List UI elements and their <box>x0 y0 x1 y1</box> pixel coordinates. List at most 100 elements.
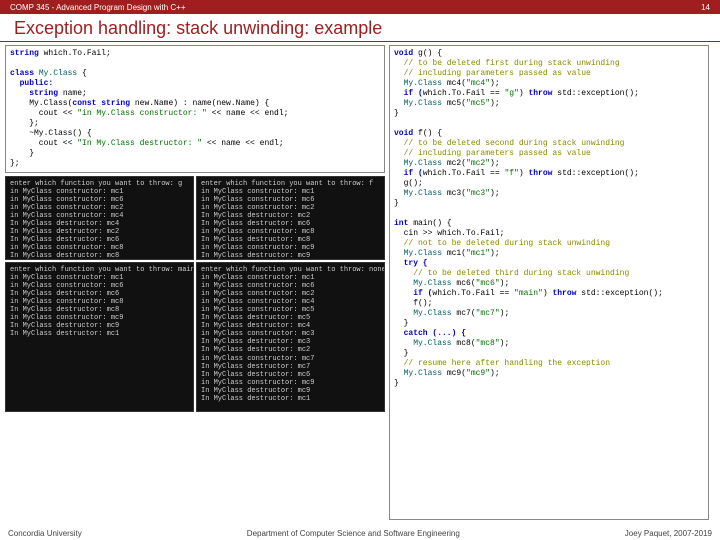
code-token: mc8( <box>456 339 475 348</box>
code-token: f() { <box>418 129 442 138</box>
code-token: ); <box>490 189 500 198</box>
code-token: ) <box>519 89 529 98</box>
code-token: "mc9" <box>466 369 490 378</box>
code-token: class <box>10 69 39 78</box>
code-token: "mc1" <box>466 249 490 258</box>
code-token: int <box>394 219 413 228</box>
code-token: which.To.Fail; <box>39 49 111 58</box>
code-token: "f" <box>504 169 518 178</box>
code-token: ); <box>490 99 500 108</box>
code-token: which.To.Fail == <box>432 289 514 298</box>
code-token: std::exception(); <box>557 169 639 178</box>
code-token: ); <box>500 279 510 288</box>
code-token: std::exception(); <box>557 89 639 98</box>
code-token: My.Class( <box>10 99 72 108</box>
terminal-output-main: enter which function you want to throw: … <box>5 262 194 412</box>
code-token: mc3( <box>447 189 466 198</box>
code-token: ); <box>500 309 510 318</box>
code-token: ) <box>519 169 529 178</box>
code-token: "g" <box>504 89 518 98</box>
code-token: // including parameters passed as value <box>394 149 591 158</box>
left-column: string which.To.Fail; class My.Class { p… <box>5 45 385 522</box>
code-token: My.Class <box>394 159 447 168</box>
code-token: string <box>10 89 63 98</box>
code-token: // including parameters passed as value <box>394 69 591 78</box>
code-token: } <box>394 349 408 358</box>
code-token: std::exception(); <box>581 289 663 298</box>
code-token: "mc8" <box>476 339 500 348</box>
page-number: 14 <box>701 3 710 12</box>
code-token: name; <box>63 89 87 98</box>
code-token: } <box>394 319 408 328</box>
code-token: which.To.Fail == <box>423 89 505 98</box>
terminal-output-none: enter which function you want to throw: … <box>196 262 385 412</box>
code-box-class-def: string which.To.Fail; class My.Class { p… <box>5 45 385 173</box>
terminal-outputs: enter which function you want to throw: … <box>5 176 385 522</box>
header-bar: COMP 345 - Advanced Program Design with … <box>0 0 720 14</box>
code-token: My.Class <box>394 309 456 318</box>
terminal-row: enter which function you want to throw: … <box>5 262 385 412</box>
code-token: main() { <box>413 219 451 228</box>
code-token: "mc2" <box>466 159 490 168</box>
code-token: } <box>10 149 34 158</box>
footer: Concordia University Department of Compu… <box>0 529 720 538</box>
code-token: void <box>394 129 418 138</box>
code-token: mc6( <box>456 279 475 288</box>
code-token: } <box>394 109 399 118</box>
code-token: if ( <box>394 89 423 98</box>
code-token: throw <box>528 169 557 178</box>
code-token: ); <box>490 249 500 258</box>
code-token: My.Class <box>394 99 447 108</box>
terminal-output-f: enter which function you want to throw: … <box>196 176 385 260</box>
code-token: f(); <box>394 299 432 308</box>
code-token: "In My.Class destructor: " <box>77 139 202 148</box>
footer-left: Concordia University <box>8 529 82 538</box>
code-token: // to be deleted second during stack unw… <box>394 139 624 148</box>
code-token: ); <box>490 369 500 378</box>
code-token: "mc6" <box>476 279 500 288</box>
code-token: which.To.Fail == <box>423 169 505 178</box>
footer-right: Joey Paquet, 2007-2019 <box>625 529 712 538</box>
code-token: g() { <box>418 49 442 58</box>
code-token: // not to be deleted during stack unwind… <box>394 239 610 248</box>
code-token: mc7( <box>456 309 475 318</box>
course-label: COMP 345 - Advanced Program Design with … <box>10 3 186 12</box>
code-token: ); <box>500 339 510 348</box>
code-token: mc1( <box>447 249 466 258</box>
terminal-row: enter which function you want to throw: … <box>5 176 385 260</box>
code-token: My.Class <box>394 79 447 88</box>
code-token: } <box>394 379 399 388</box>
code-token: "mc7" <box>476 309 500 318</box>
code-token: const string <box>72 99 134 108</box>
code-token: "mc5" <box>466 99 490 108</box>
code-token: "main" <box>514 289 543 298</box>
code-token: new.Name) : name(new.Name) { <box>135 99 269 108</box>
code-token: // to be deleted first during stack unwi… <box>394 59 620 68</box>
code-token: { <box>82 69 87 78</box>
code-token: // resume here after handling the except… <box>394 359 610 368</box>
code-token: ); <box>490 159 500 168</box>
code-token: cout << <box>10 139 77 148</box>
slide-content: string which.To.Fail; class My.Class { p… <box>0 42 720 522</box>
code-token: My.Class <box>394 189 447 198</box>
code-token: My.Class <box>394 279 456 288</box>
code-token: } <box>394 199 399 208</box>
code-token: }; <box>10 159 20 168</box>
footer-center: Department of Computer Science and Softw… <box>247 529 460 538</box>
code-token: My.Class <box>394 339 456 348</box>
code-token: "mc4" <box>466 79 490 88</box>
code-token: try { <box>394 259 428 268</box>
code-token: void <box>394 49 418 58</box>
code-box-functions: void g() { // to be deleted first during… <box>389 45 709 520</box>
code-token: My.Class <box>394 369 447 378</box>
terminal-output-g: enter which function you want to throw: … <box>5 176 194 260</box>
code-token: mc9( <box>447 369 466 378</box>
code-token: if ( <box>394 169 423 178</box>
slide-title: Exception handling: stack unwinding: exa… <box>0 14 720 42</box>
code-token: // to be deleted third during stack unwi… <box>394 269 629 278</box>
code-token: g(); <box>394 179 423 188</box>
code-token: string <box>10 49 39 58</box>
code-token: mc2( <box>447 159 466 168</box>
code-token: throw <box>552 289 581 298</box>
code-token: ~My.Class() { <box>10 129 92 138</box>
